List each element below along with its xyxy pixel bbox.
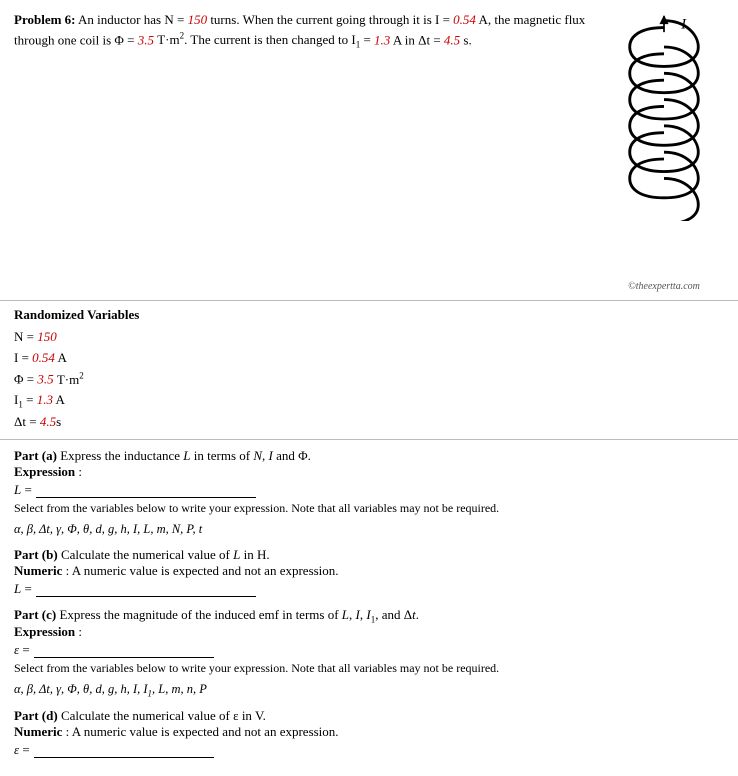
i-label: I = [14,350,32,365]
part-b-input[interactable] [36,581,256,597]
part-a-hint: Select from the variables below to write… [14,500,724,517]
part-a-header: Part (a) Express the inductance L in ter… [14,448,724,464]
dt-value: 4.5 [444,32,460,47]
part-c-hint: Select from the variables below to write… [14,660,724,677]
part-b-colon: : A numeric value is expected and not an… [66,563,339,578]
problem-text: Problem 6: An inductor has N = 150 turns… [14,10,604,292]
part-b-type: Numeric : A numeric value is expected an… [14,563,724,579]
I-value: 0.54 [453,12,476,27]
main-container: Problem 6: An inductor has N = 150 turns… [0,0,738,776]
randomized-variables-section: Randomized Variables N = 150 I = 0.54 A … [0,301,738,441]
list-item: I = 0.54 A [14,348,724,369]
part-c-label: Part (c) [14,607,56,622]
coil-icon: I [624,15,704,221]
list-item: Δt = 4.5s [14,412,724,433]
part-c-expression-row: ε = [14,642,724,658]
phi-unit2: T·m2 [54,372,84,387]
phi-val2: 3.5 [37,372,53,387]
phi-label: Φ = [14,372,37,387]
dt-label: Δt = [14,414,40,429]
part-b-desc: Calculate the numerical value of L in H. [61,547,270,562]
part-d-header: Part (d) Calculate the numerical value o… [14,708,724,724]
part-a-type: Expression : [14,464,724,480]
n-label: N = [14,329,37,344]
I1-unit: A in Δt = [390,32,444,47]
turns-text: turns. When the current going through it… [207,12,453,27]
problem-label: Problem 6: [14,12,76,27]
i1-val: 1.3 [37,392,53,407]
svg-text:I: I [680,17,687,33]
part-d-type: Numeric : A numeric value is expected an… [14,724,724,740]
part-d-label: Part (d) [14,708,58,723]
part-a-type-label: Expression [14,464,75,479]
part-c-type-label: Expression [14,624,75,639]
dt-unit2: s [56,414,61,429]
parts-section: Part (a) Express the inductance L in ter… [0,440,738,776]
n-val: 150 [37,329,57,344]
dt-val2: 4.5 [40,414,56,429]
part-c-colon: : [78,624,82,639]
N-value: 150 [188,12,208,27]
i1-unit: A [53,392,65,407]
part-c-vars: α, β, Δt, γ, Φ, θ, d, g, h, I, I1, L, m,… [14,682,724,699]
part-b-label: Part (b) [14,547,58,562]
part-b-block: Part (b) Calculate the numerical value o… [14,547,724,597]
i-unit: A [55,350,67,365]
inductor-image-panel: I ©theexpertta.com [604,10,724,292]
list-item: I1 = 1.3 A [14,390,724,412]
part-c-desc: Express the magnitude of the induced emf… [59,607,419,622]
part-a-lhs: L = [14,482,32,498]
part-a-desc: Express the inductance L in terms of N, … [60,448,311,463]
phi-value: 3.5 [138,32,154,47]
part-d-block: Part (d) Calculate the numerical value o… [14,708,724,758]
part-a-colon: : [78,464,82,479]
dt-unit: s. [460,32,472,47]
i-val: 0.54 [32,350,55,365]
part-a-block: Part (a) Express the inductance L in ter… [14,448,724,536]
randomized-title: Randomized Variables [14,307,724,323]
list-item: Φ = 3.5 T·m2 [14,368,724,390]
part-b-expression-row: L = [14,581,724,597]
part-c-lhs: ε = [14,642,30,658]
phi-unit: T·m2. The current is then changed to I1 … [154,32,374,47]
part-d-colon: : A numeric value is expected and not an… [66,724,339,739]
part-c-block: Part (c) Express the magnitude of the in… [14,607,724,698]
I1-value: 1.3 [374,32,390,47]
part-a-vars: α, β, Δt, γ, Φ, θ, d, g, h, I, L, m, N, … [14,522,724,537]
part-b-type-label: Numeric [14,563,62,578]
part-c-header: Part (c) Express the magnitude of the in… [14,607,724,625]
part-b-lhs: L = [14,581,32,597]
top-section: Problem 6: An inductor has N = 150 turns… [0,0,738,301]
part-d-type-label: Numeric [14,724,62,739]
watermark: ©theexpertta.com [628,221,700,292]
list-item: N = 150 [14,327,724,348]
problem-intro: An inductor has N = [78,12,188,27]
i1-label: I1 = [14,392,37,407]
part-a-expression-row: L = [14,482,724,498]
part-d-input[interactable] [34,742,214,758]
var-list: N = 150 I = 0.54 A Φ = 3.5 T·m2 I1 = 1.3… [14,327,724,434]
part-d-desc: Calculate the numerical value of ε in V. [61,708,266,723]
part-b-header: Part (b) Calculate the numerical value o… [14,547,724,563]
problem-statement: Problem 6: An inductor has N = 150 turns… [14,10,604,53]
part-a-input[interactable] [36,482,256,498]
part-c-type: Expression : [14,624,724,640]
part-c-input[interactable] [34,642,214,658]
part-a-label: Part (a) [14,448,57,463]
part-d-expression-row: ε = [14,742,724,758]
part-d-lhs: ε = [14,742,30,758]
